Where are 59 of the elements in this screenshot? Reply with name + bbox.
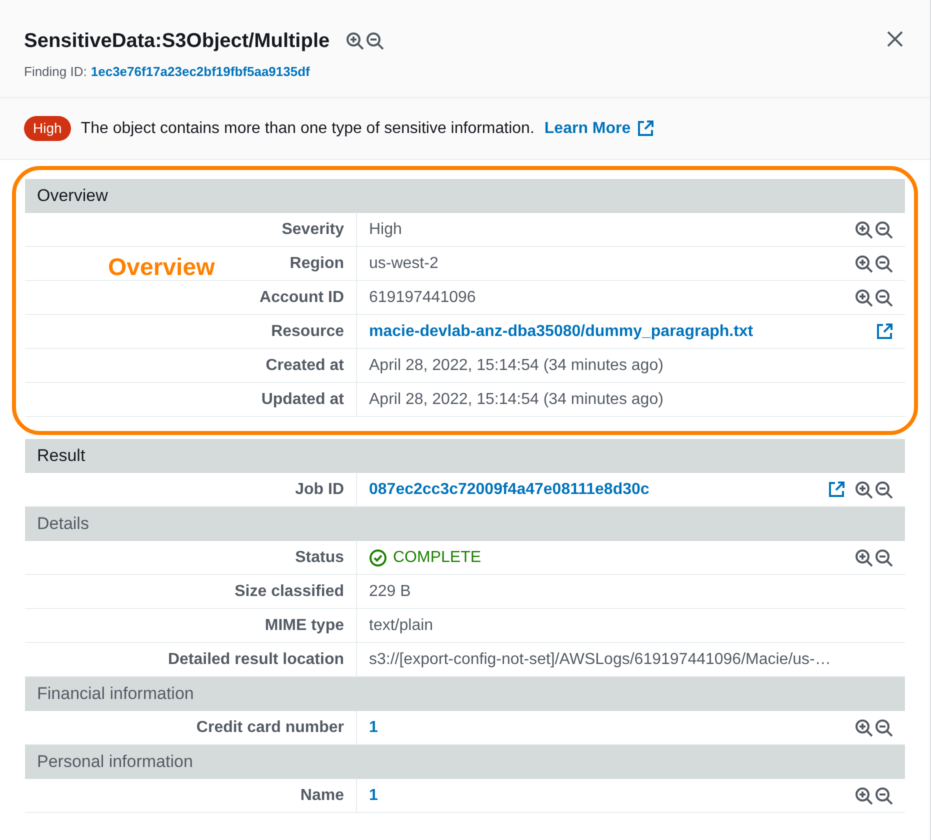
zoom-out-icon[interactable]	[875, 288, 893, 306]
zoom-out-icon[interactable]	[875, 718, 893, 736]
value-text: April 28, 2022, 15:14:54 (34 minutes ago)	[369, 356, 664, 374]
field-label: Updated at	[261, 390, 344, 410]
value-link[interactable]: 1	[369, 718, 378, 736]
zoom-in-icon[interactable]	[855, 480, 873, 498]
section-header: Details	[25, 507, 905, 541]
finding-id-label: Finding ID:	[24, 63, 87, 81]
check-circle-icon	[369, 548, 387, 566]
zoom-in-icon[interactable]	[855, 718, 873, 736]
field-label: Detailed result location	[168, 650, 344, 670]
external-link-icon[interactable]	[636, 120, 654, 137]
field-label: Size classified	[234, 582, 344, 602]
value-link[interactable]: 087ec2cc3c72009f4a47e08111e8d30c	[369, 480, 650, 498]
zoom-in-icon[interactable]	[855, 288, 873, 306]
finding-description: The object contains more than one type of sensitive information.	[80, 118, 534, 138]
value-text: s3://[export-config-not-set]/AWSLogs/619197441096/Macie/us-…	[369, 650, 831, 668]
field-label: Severity	[282, 220, 344, 240]
field-label: Resource	[271, 322, 344, 342]
learn-more-link[interactable]: Learn More	[544, 116, 654, 140]
zoom-out-icon[interactable]	[875, 254, 893, 272]
zoom-out-icon[interactable]	[875, 220, 893, 238]
zoom-out-icon[interactable]	[875, 786, 893, 804]
value-text: 229 B	[369, 582, 411, 600]
field-label: Status	[295, 548, 344, 568]
field-label: Account ID	[260, 288, 344, 308]
finding-id-link[interactable]: 1ec3e76f17a23ec2bf19fbf5aa9135df	[90, 62, 310, 82]
external-link-icon[interactable]	[828, 481, 845, 498]
close-icon[interactable]	[886, 30, 904, 48]
zoom-out-icon[interactable]	[366, 32, 384, 50]
value-text: High	[369, 220, 402, 238]
section-header: Financial information	[25, 677, 905, 711]
section-header: Personal information	[25, 745, 905, 779]
finding-title: SensitiveData:S3Object/Multiple	[24, 29, 330, 54]
value-link[interactable]: 1	[369, 786, 378, 804]
section-header: Result	[25, 439, 905, 473]
zoom-in-icon[interactable]	[346, 32, 364, 50]
value-text: April 28, 2022, 15:14:54 (34 minutes ago)	[369, 390, 664, 408]
field-label: MIME type	[264, 616, 344, 636]
status-text: COMPLETE	[393, 548, 482, 568]
annotation-label: Overview	[108, 253, 215, 283]
zoom-in-icon[interactable]	[855, 254, 873, 272]
external-link-icon[interactable]	[876, 323, 893, 340]
value-link[interactable]: macie-devlab-anz-dba35080/dummy_paragraph.txt	[369, 322, 754, 340]
zoom-out-icon[interactable]	[875, 548, 893, 566]
zoom-in-icon[interactable]	[855, 220, 873, 238]
section-header: Overview	[25, 179, 905, 213]
value-text: text/plain	[369, 616, 434, 634]
value-text: us-west-2	[369, 254, 438, 272]
field-label: Name	[300, 786, 344, 806]
field-label: Job ID	[295, 480, 344, 500]
zoom-in-icon[interactable]	[855, 548, 873, 566]
field-label: Credit card number	[196, 718, 344, 738]
zoom-in-icon[interactable]	[855, 786, 873, 804]
severity-badge: High	[24, 116, 71, 141]
zoom-out-icon[interactable]	[875, 480, 893, 498]
field-label: Region	[290, 254, 344, 274]
field-label: Created at	[266, 356, 344, 376]
value-text: 619197441096	[369, 288, 476, 306]
